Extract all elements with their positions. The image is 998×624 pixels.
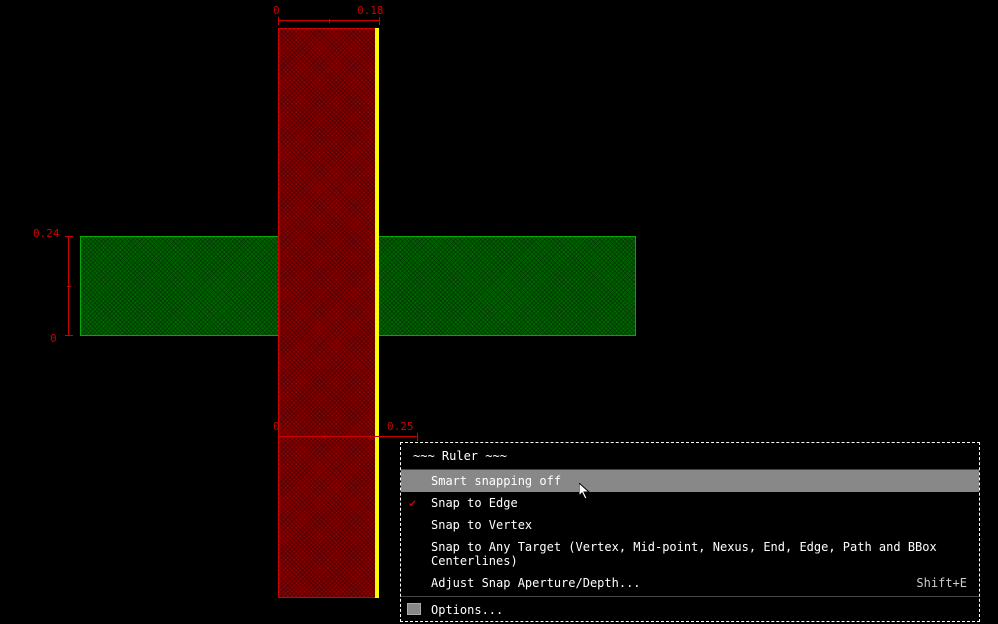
menu-item-adjust-aperture[interactable]: Adjust Snap Aperture/Depth... Shift+E xyxy=(401,572,979,594)
menu-item-label: Smart snapping off xyxy=(431,474,561,488)
ruler-bottom-start: 0 xyxy=(273,420,280,433)
menu-item-snap-to-edge[interactable]: ✔ Snap to Edge xyxy=(401,492,979,514)
red-shape[interactable] xyxy=(278,28,378,598)
ruler-bottom-end: 0.25 xyxy=(387,420,414,433)
options-icon xyxy=(407,603,421,615)
selected-edge-highlight xyxy=(375,28,379,598)
menu-item-options[interactable]: Options... xyxy=(401,599,979,621)
menu-item-label: Snap to Vertex xyxy=(431,518,532,532)
ruler-left-start: 0 xyxy=(50,332,57,345)
menu-header: ~~~ Ruler ~~~ xyxy=(401,443,979,470)
ruler-bottom-line xyxy=(278,436,418,444)
menu-item-label: Snap to Any Target (Vertex, Mid-point, N… xyxy=(431,540,967,568)
ruler-left-end: 0.24 xyxy=(33,227,60,240)
menu-item-snap-to-vertex[interactable]: Snap to Vertex xyxy=(401,514,979,536)
ruler-left-line xyxy=(68,236,76,336)
menu-item-snap-to-any[interactable]: Snap to Any Target (Vertex, Mid-point, N… xyxy=(401,536,979,572)
ruler-top-line xyxy=(278,20,380,28)
menu-item-label: Adjust Snap Aperture/Depth... xyxy=(431,576,641,590)
menu-item-label: Snap to Edge xyxy=(431,496,518,510)
ruler-context-menu: ~~~ Ruler ~~~ Smart snapping off ✔ Snap … xyxy=(400,442,980,622)
menu-item-smart-snapping-off[interactable]: Smart snapping off xyxy=(401,470,979,492)
ruler-top-end: 0.18 xyxy=(357,4,384,17)
menu-item-label: Options... xyxy=(431,603,503,617)
check-icon: ✔ xyxy=(409,496,416,510)
menu-shortcut: Shift+E xyxy=(916,576,967,590)
ruler-top-start: 0 xyxy=(273,4,280,17)
menu-separator xyxy=(401,596,979,597)
